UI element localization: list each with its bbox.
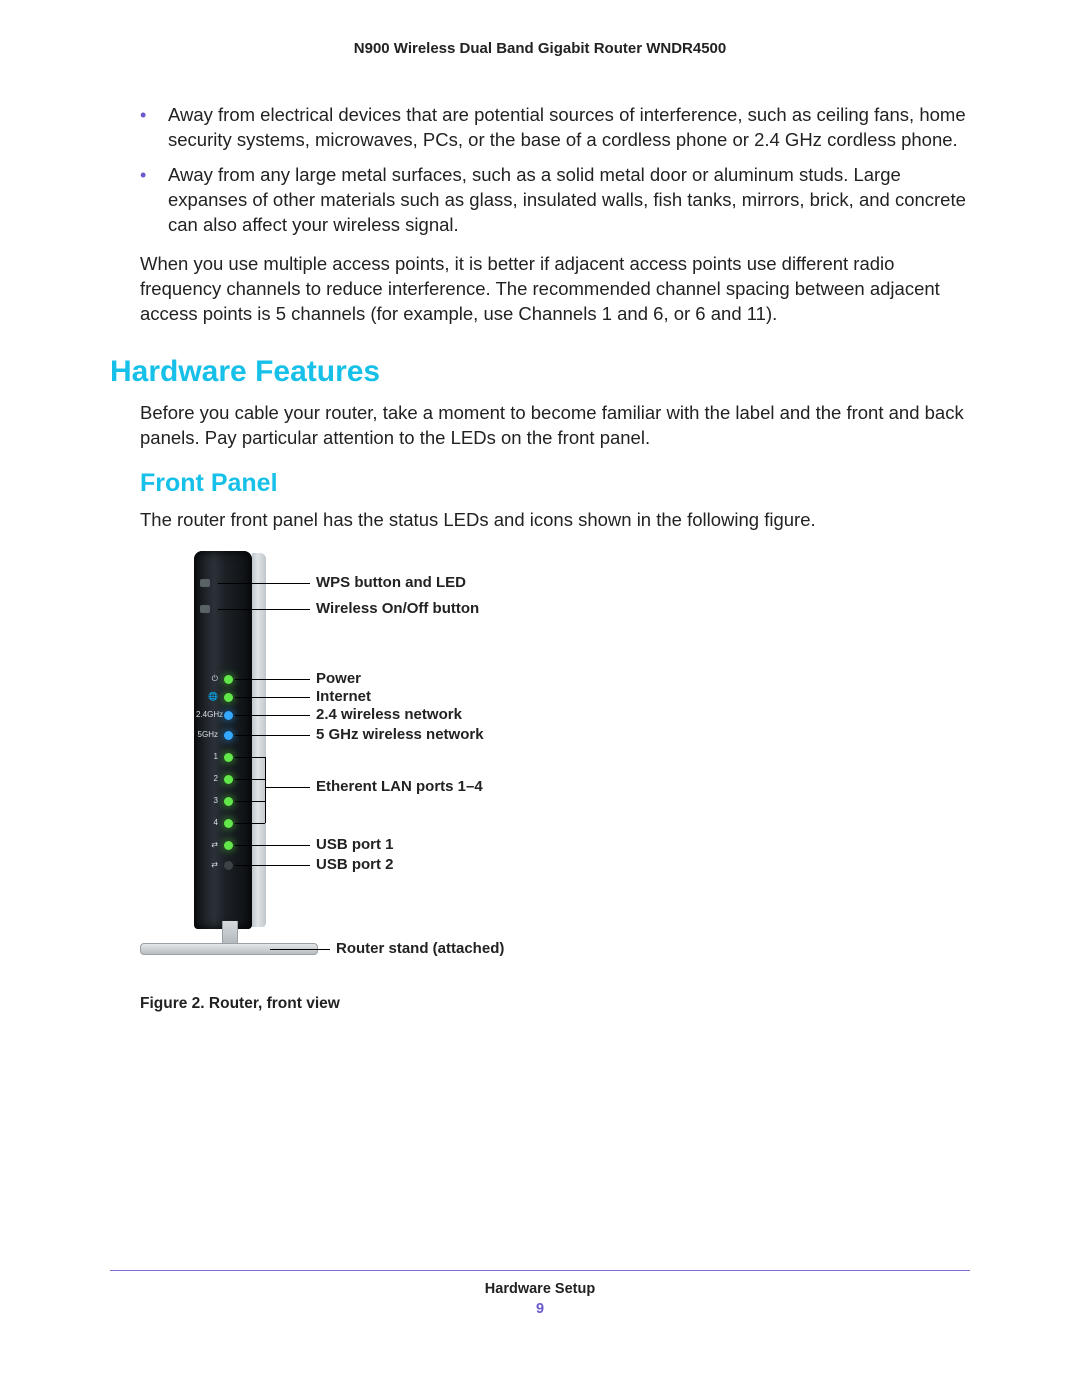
callout-power: Power: [316, 671, 361, 688]
usb2-led: [224, 861, 233, 870]
leader-line: [235, 823, 265, 824]
internet-icon: 🌐: [196, 693, 218, 701]
usb1-led: [224, 841, 233, 850]
callout-wps: WPS button and LED: [316, 575, 466, 592]
callout-usb1: USB port 1: [316, 837, 394, 854]
callout-5ghz: 5 GHz wireless network: [316, 727, 484, 744]
section-heading-hardware-features: Hardware Features: [110, 355, 970, 389]
footer-chapter-title: Hardware Setup: [110, 1281, 970, 1297]
internet-led: [224, 693, 233, 702]
callout-lan-ports: Etherent LAN ports 1–4: [316, 779, 483, 796]
leader-line: [265, 757, 266, 823]
body-paragraph: The router front panel has the status LE…: [110, 508, 970, 533]
lan1-led: [224, 753, 233, 762]
leader-line: [235, 801, 265, 802]
wps-button-icon: [200, 579, 210, 587]
leader-line: [270, 949, 330, 950]
callout-24ghz: 2.4 wireless network: [316, 707, 462, 724]
leader-line: [235, 735, 310, 736]
list-item: Away from electrical devices that are po…: [140, 103, 970, 153]
body-paragraph: When you use multiple access points, it …: [110, 252, 970, 327]
leader-line: [235, 865, 310, 866]
subsection-heading-front-panel: Front Panel: [110, 469, 970, 498]
document-header-title: N900 Wireless Dual Band Gigabit Router W…: [110, 40, 970, 57]
leader-line: [218, 609, 310, 610]
callout-router-stand: Router stand (attached): [336, 941, 504, 958]
power-icon: ⏻: [196, 675, 218, 683]
leader-line: [218, 583, 310, 584]
lan3-label: 3: [196, 797, 218, 805]
leader-line: [235, 715, 310, 716]
wifi-5ghz-led: [224, 731, 233, 740]
page-footer: Hardware Setup 9: [110, 1270, 970, 1317]
wifi-24ghz-led: [224, 711, 233, 720]
band-5-label: 5GHz: [196, 731, 218, 739]
lan2-label: 2: [196, 775, 218, 783]
usb1-icon: ⇄: [196, 841, 218, 849]
leader-line: [235, 697, 310, 698]
wireless-toggle-button-icon: [200, 605, 210, 613]
callout-usb2: USB port 2: [316, 857, 394, 874]
leader-line: [235, 845, 310, 846]
lan4-led: [224, 819, 233, 828]
leader-line: [235, 779, 265, 780]
band-24-label: 2.4GHz: [196, 711, 218, 719]
usb2-icon: ⇄: [196, 861, 218, 869]
power-led: [224, 675, 233, 684]
lan1-label: 1: [196, 753, 218, 761]
figure-router-front-view: ⏻ 🌐 2.4GHz 5GHz 1 2 3 4 ⇄ ⇄ WPS button a…: [140, 551, 970, 989]
body-paragraph: Before you cable your router, take a mom…: [110, 401, 970, 451]
footer-page-number: 9: [110, 1301, 970, 1317]
list-item: Away from any large metal surfaces, such…: [140, 163, 970, 238]
lan2-led: [224, 775, 233, 784]
leader-line: [235, 757, 265, 758]
callout-internet: Internet: [316, 689, 371, 706]
lan4-label: 4: [196, 819, 218, 827]
leader-line: [265, 787, 310, 788]
lan3-led: [224, 797, 233, 806]
figure-caption: Figure 2. Router, front view: [140, 995, 970, 1013]
leader-line: [235, 679, 310, 680]
manual-page: N900 Wireless Dual Band Gigabit Router W…: [0, 0, 1080, 1397]
placement-bullet-list: Away from electrical devices that are po…: [110, 103, 970, 238]
callout-wireless-button: Wireless On/Off button: [316, 601, 479, 618]
